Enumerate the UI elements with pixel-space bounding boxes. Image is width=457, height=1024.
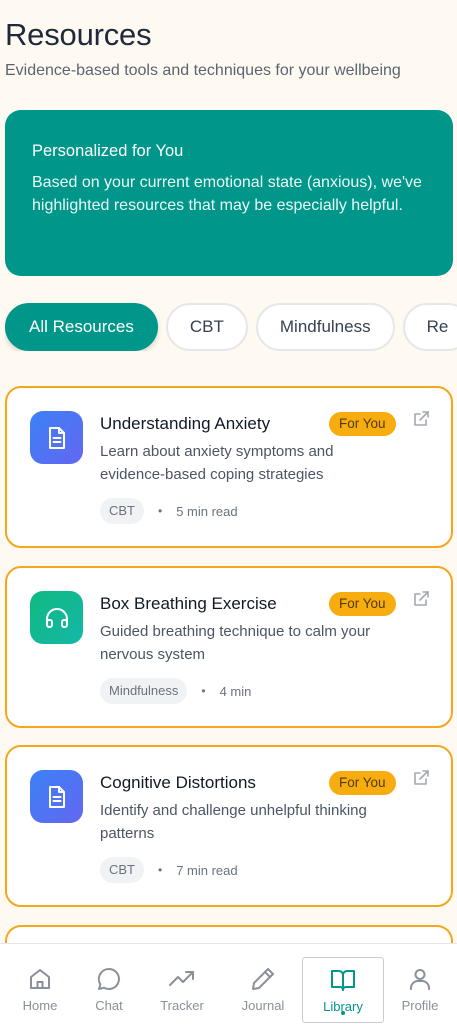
page-subtitle: Evidence-based tools and techniques for …	[5, 62, 401, 79]
nav-label: Chat	[95, 998, 123, 1013]
resource-description: Guided breathing technique to calm your …	[100, 623, 371, 663]
read-time: 7 min read	[176, 862, 238, 878]
resource-meta: CBT • 7 min read	[100, 857, 238, 883]
nav-label: Home	[22, 998, 58, 1013]
filter-chips: All Resources CBT Mindfulness Re	[5, 303, 457, 351]
nav-home[interactable]: Home	[5, 957, 75, 1013]
filter-chip-all-resources[interactable]: All Resources	[5, 303, 158, 351]
resource-card[interactable]: Cognitive Distortions For You Identify a…	[5, 745, 453, 907]
page-header: Resources Evidence-based tools and techn…	[5, 16, 457, 81]
nav-label: Profile	[401, 998, 439, 1013]
separator-dot: •	[158, 504, 163, 518]
pen-icon	[252, 968, 274, 990]
nav-journal[interactable]: Journal	[228, 957, 298, 1013]
book-icon	[331, 970, 355, 991]
trending-up-icon	[169, 971, 194, 986]
resource-title: Box Breathing Exercise	[100, 594, 277, 613]
document-icon	[30, 411, 83, 464]
read-time: 4 min	[219, 683, 252, 699]
nav-label: Journal	[241, 998, 285, 1013]
personalized-banner: Personalized for You Based on your curre…	[5, 110, 453, 276]
nav-chat[interactable]: Chat	[74, 957, 144, 1013]
resource-meta: CBT • 5 min read	[100, 498, 238, 524]
nav-tracker[interactable]: Tracker	[147, 957, 217, 1013]
external-link-icon[interactable]	[412, 769, 430, 792]
document-icon	[30, 770, 83, 823]
active-indicator	[341, 1011, 345, 1015]
resource-title: Understanding Anxiety	[100, 414, 271, 433]
personalized-text: Based on your current emotional state (a…	[32, 174, 422, 214]
resource-meta: Mindfulness • 4 min	[100, 678, 251, 704]
external-link-icon[interactable]	[412, 590, 430, 613]
page-title: Resources	[5, 17, 152, 52]
for-you-badge: For You	[329, 592, 396, 616]
resource-description: Identify and challenge unhelpful thinkin…	[100, 802, 367, 842]
read-time: 5 min read	[176, 503, 238, 519]
bottom-nav: Home Chat Tracker Journal Library Profil…	[0, 943, 457, 1024]
chat-icon	[97, 967, 120, 990]
resource-card[interactable]: Box Breathing Exercise For You Guided br…	[5, 566, 453, 728]
home-icon	[30, 969, 50, 989]
external-link-icon[interactable]	[412, 410, 430, 433]
user-icon	[410, 969, 430, 990]
for-you-badge: For You	[329, 771, 396, 795]
resource-description: Learn about anxiety symptoms and evidenc…	[100, 443, 334, 483]
category-tag: CBT	[100, 498, 144, 524]
headphones-icon	[30, 591, 83, 644]
separator-dot: •	[158, 863, 163, 877]
nav-library[interactable]: Library	[302, 957, 384, 1023]
personalized-title: Personalized for You	[32, 142, 184, 160]
resource-title: Cognitive Distortions	[100, 773, 256, 792]
nav-profile[interactable]: Profile	[385, 957, 455, 1013]
nav-label: Tracker	[160, 998, 204, 1013]
filter-chip-mindfulness[interactable]: Mindfulness	[255, 303, 395, 351]
resource-card[interactable]: Understanding Anxiety For You Learn abou…	[5, 386, 453, 548]
separator-dot: •	[201, 684, 206, 698]
for-you-badge: For You	[329, 412, 396, 436]
category-tag: Mindfulness	[100, 678, 188, 704]
filter-chip-cbt[interactable]: CBT	[165, 303, 248, 351]
category-tag: CBT	[100, 857, 144, 883]
filter-chip-partial[interactable]: Re	[402, 303, 457, 351]
